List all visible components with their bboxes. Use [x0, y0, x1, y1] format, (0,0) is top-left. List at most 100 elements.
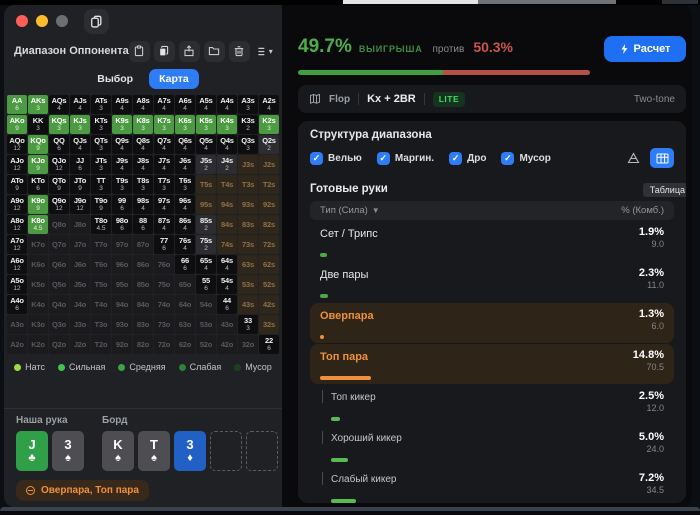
matrix-cell-AA[interactable]: AA 6 — [7, 95, 27, 114]
matrix-cell-82s[interactable]: 82s — [259, 215, 279, 234]
matrix-cell-65o[interactable]: 65o — [175, 275, 195, 294]
matrix-cell-T8o[interactable]: T8o 4.5 — [91, 215, 111, 234]
matrix-cell-Q4s[interactable]: Q4s 4 — [217, 135, 237, 154]
matrix-cell-62o[interactable]: 62o — [175, 335, 195, 354]
copy-icon[interactable] — [153, 40, 175, 62]
matrix-cell-64s[interactable]: 64s 4 — [217, 255, 237, 274]
matrix-cell-95s[interactable]: 95s — [196, 195, 216, 214]
paste-icon[interactable] — [128, 40, 150, 62]
matrix-cell-Q5o[interactable]: Q5o — [49, 275, 69, 294]
matrix-cell-53s[interactable]: 53s — [238, 275, 258, 294]
matrix-cell-93o[interactable]: 93o — [112, 315, 132, 334]
matrix-cell-T3s[interactable]: T3s — [238, 175, 258, 194]
matrix-cell-84s[interactable]: 84s — [217, 215, 237, 234]
matrix-cell-A8o[interactable]: A8o 12 — [7, 215, 27, 234]
checkbox-icon[interactable]: ✓ — [449, 151, 463, 165]
matrix-cell-22[interactable]: 22 6 — [259, 335, 279, 354]
empty-card-slot[interactable] — [210, 431, 242, 471]
matrix-cell-T5o[interactable]: T5o — [91, 275, 111, 294]
matrix-cell-KK[interactable]: KK 3 — [28, 115, 48, 134]
matrix-cell-J8s[interactable]: J8s 4 — [133, 155, 153, 174]
matrix-cell-JTs[interactable]: JTs 3 — [91, 155, 111, 174]
card-K♠[interactable]: K ♠ — [102, 431, 134, 471]
matrix-cell-A6o[interactable]: A6o 12 — [7, 255, 27, 274]
matrix-cell-J9s[interactable]: J9s 4 — [112, 155, 132, 174]
matrix-cell-Q7o[interactable]: Q7o — [49, 235, 69, 254]
matrix-cell-A5s[interactable]: A5s 4 — [196, 95, 216, 114]
matrix-cell-T3o[interactable]: T3o — [91, 315, 111, 334]
matrix-cell-J6o[interactable]: J6o — [70, 255, 90, 274]
table-view-icon[interactable] — [650, 148, 674, 168]
checkbox-icon[interactable]: ✓ — [310, 151, 323, 165]
matrix-cell-A9s[interactable]: A9s 4 — [112, 95, 132, 114]
matrix-cell-KJo[interactable]: KJo 9 — [28, 155, 48, 174]
matrix-cell-33[interactable]: 33 3 — [238, 315, 258, 334]
matrix-cell-T6o[interactable]: T6o — [91, 255, 111, 274]
matrix-cell-85s[interactable]: 85s 2 — [196, 215, 216, 234]
matrix-cell-AQs[interactable]: AQs 4 — [49, 95, 69, 114]
matrix-cell-A6s[interactable]: A6s 4 — [175, 95, 195, 114]
matrix-cell-AKo[interactable]: AKo 9 — [7, 115, 27, 134]
matrix-cell-73o[interactable]: 73o — [154, 315, 174, 334]
filter-Мусор[interactable]: ✓ Мусор — [501, 151, 551, 165]
matrix-cell-T2s[interactable]: T2s — [259, 175, 279, 194]
matrix-cell-44[interactable]: 44 6 — [217, 295, 237, 314]
made-hand-row-Оверпара[interactable]: Оверпара 1.3% 6.0 — [310, 302, 674, 343]
matrix-cell-ATs[interactable]: ATs 3 — [91, 95, 111, 114]
made-hand-row-Топ кикер[interactable]: Топ кикер 2.5% 12.0 — [310, 385, 674, 425]
matrix-cell-64o[interactable]: 64o — [175, 295, 195, 314]
list-icon[interactable]: ▾ — [257, 46, 273, 57]
matrix-cell-QTo[interactable]: QTo 9 — [49, 175, 69, 194]
matrix-cell-JTo[interactable]: JTo 9 — [70, 175, 90, 194]
matrix-cell-T2o[interactable]: T2o — [91, 335, 111, 354]
matrix-cell-52s[interactable]: 52s — [259, 275, 279, 294]
matrix-cell-96s[interactable]: 96s 4 — [175, 195, 195, 214]
matrix-cell-99[interactable]: 99 6 — [112, 195, 132, 214]
matrix-cell-J4o[interactable]: J4o — [70, 295, 90, 314]
empty-card-slot[interactable] — [246, 431, 278, 471]
matrix-cell-A7o[interactable]: A7o 12 — [7, 235, 27, 254]
calculate-button[interactable]: Расчет — [604, 36, 686, 62]
matrix-cell-84o[interactable]: 84o — [133, 295, 153, 314]
made-hand-row-Сет / Трипс[interactable]: Сет / Трипс 1.9% 9.0 — [310, 221, 674, 261]
matrix-cell-T8s[interactable]: T8s 3 — [133, 175, 153, 194]
matrix-cell-KJs[interactable]: KJs 3 — [70, 115, 90, 134]
matrix-cell-J9o[interactable]: J9o 12 — [70, 195, 90, 214]
matrix-cell-66[interactable]: 66 6 — [175, 255, 195, 274]
filter-Дро[interactable]: ✓ Дро — [449, 151, 486, 165]
matrix-cell-K9o[interactable]: K9o 9 — [28, 195, 48, 214]
matrix-cell-Q2o[interactable]: Q2o — [49, 335, 69, 354]
matrix-cell-Q4o[interactable]: Q4o — [49, 295, 69, 314]
matrix-cell-32s[interactable]: 32s — [259, 315, 279, 334]
checkbox-icon[interactable]: ✓ — [501, 151, 515, 165]
matrix-cell-52o[interactable]: 52o — [196, 335, 216, 354]
matrix-cell-A2o[interactable]: A2o — [7, 335, 27, 354]
filter-Маргин.[interactable]: ✓ Маргин. — [376, 151, 434, 165]
matrix-cell-A4o[interactable]: A4o 6 — [7, 295, 27, 314]
matrix-cell-88[interactable]: 88 6 — [133, 215, 153, 234]
matrix-cell-J8o[interactable]: J8o — [70, 215, 90, 234]
matrix-cell-72o[interactable]: 72o — [154, 335, 174, 354]
matrix-cell-KQs[interactable]: KQs 3 — [49, 115, 69, 134]
matrix-cell-T6s[interactable]: T6s 3 — [175, 175, 195, 194]
matrix-cell-97o[interactable]: 97o — [112, 235, 132, 254]
matrix-cell-K4o[interactable]: K4o — [28, 295, 48, 314]
matrix-cell-94s[interactable]: 94s — [217, 195, 237, 214]
matrix-cell-96o[interactable]: 96o — [112, 255, 132, 274]
filter-Велью[interactable]: ✓ Велью — [310, 151, 362, 165]
matrix-cell-74o[interactable]: 74o — [154, 295, 174, 314]
matrix-cell-ATo[interactable]: ATo 9 — [7, 175, 27, 194]
matrix-cell-K9s[interactable]: K9s 3 — [112, 115, 132, 134]
matrix-cell-KTs[interactable]: KTs 3 — [91, 115, 111, 134]
matrix-cell-98o[interactable]: 98o 6 — [112, 215, 132, 234]
matrix-cell-A5o[interactable]: A5o 12 — [7, 275, 27, 294]
matrix-cell-55[interactable]: 55 6 — [196, 275, 216, 294]
matrix-cell-K5s[interactable]: K5s 3 — [196, 115, 216, 134]
matrix-cell-87s[interactable]: 87s 4 — [154, 215, 174, 234]
matrix-cell-QJs[interactable]: QJs 4 — [70, 135, 90, 154]
matrix-cell-AJo[interactable]: AJo 12 — [7, 155, 27, 174]
matrix-cell-86o[interactable]: 86o — [133, 255, 153, 274]
matrix-cell-J6s[interactable]: J6s 4 — [175, 155, 195, 174]
matrix-cell-QQ[interactable]: QQ 6 — [49, 135, 69, 154]
matrix-cell-92s[interactable]: 92s — [259, 195, 279, 214]
